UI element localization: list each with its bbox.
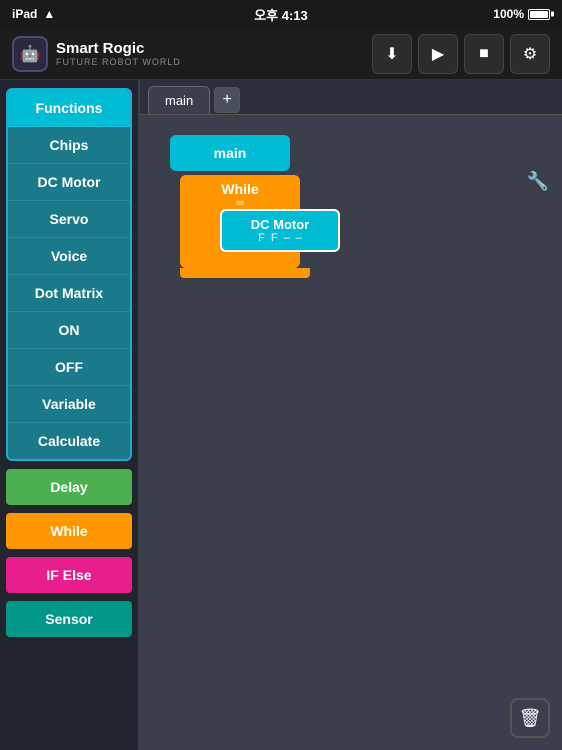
block-while-container: While ∞ DC Motor F F – – <box>170 175 542 278</box>
block-while-value: ∞ <box>190 197 290 209</box>
wifi-icon: ▲ <box>43 7 55 21</box>
tab-add-button[interactable]: + <box>214 87 240 113</box>
wrench-button[interactable]: 🔧 <box>522 165 554 197</box>
play-button[interactable]: ▶ <box>418 34 458 74</box>
sidebar-item-while[interactable]: While <box>6 513 132 549</box>
block-while-label: While <box>190 181 290 197</box>
sidebar-cyan-group: Functions Chips DC Motor Servo Voice Dot… <box>6 88 132 461</box>
settings-button[interactable]: ⚙ <box>510 34 550 74</box>
sidebar-item-delay[interactable]: Delay <box>6 469 132 505</box>
download-button[interactable]: ⬇ <box>372 34 412 74</box>
sidebar-item-dot-matrix[interactable]: Dot Matrix <box>8 275 130 312</box>
sidebar-item-off[interactable]: OFF <box>8 349 130 386</box>
block-dcmotor-label: DC Motor <box>232 217 328 232</box>
sidebar-item-sensor[interactable]: Sensor <box>6 601 132 637</box>
app-header: 🤖 Smart Rogic FUTURE ROBOT WORLD ⬇ ▶ ■ ⚙ <box>0 28 562 80</box>
block-while[interactable]: While ∞ DC Motor F F – – <box>180 175 300 268</box>
time-label: 오후 4:13 <box>254 8 308 23</box>
tab-main[interactable]: main <box>148 86 210 114</box>
block-dcmotor-values: F F – – <box>232 232 328 244</box>
app-icon: 🤖 <box>12 36 48 72</box>
status-bar: iPad ▲ 오후 4:13 100% <box>0 0 562 28</box>
sidebar-item-calculate[interactable]: Calculate <box>8 423 130 459</box>
sidebar-item-variable[interactable]: Variable <box>8 386 130 423</box>
delete-button[interactable]: 🗑 <box>510 698 550 738</box>
sidebar-item-functions[interactable]: Functions <box>8 90 130 127</box>
carrier-label: iPad <box>12 7 37 21</box>
block-while-bottom <box>180 268 310 278</box>
sidebar-item-dc-motor[interactable]: DC Motor <box>8 164 130 201</box>
app-logo: 🤖 Smart Rogic FUTURE ROBOT WORLD <box>12 36 181 72</box>
block-dcmotor-wrapper: DC Motor F F – – <box>220 209 290 252</box>
canvas-area: main + 🔧 main While ∞ <box>140 80 562 750</box>
block-canvas: 🔧 main While ∞ DC Motor F F <box>140 115 562 750</box>
stop-button[interactable]: ■ <box>464 34 504 74</box>
app-title: Smart Rogic <box>56 40 181 57</box>
main-layout: Functions Chips DC Motor Servo Voice Dot… <box>0 80 562 750</box>
sidebar-item-chips[interactable]: Chips <box>8 127 130 164</box>
block-main[interactable]: main <box>170 135 290 171</box>
app-subtitle: FUTURE ROBOT WORLD <box>56 57 181 67</box>
sidebar: Functions Chips DC Motor Servo Voice Dot… <box>0 80 140 750</box>
battery-label: 100% <box>493 7 524 21</box>
tabs-bar: main + <box>140 80 562 115</box>
sidebar-item-if-else[interactable]: IF Else <box>6 557 132 593</box>
block-dcmotor[interactable]: DC Motor F F – – <box>220 209 340 252</box>
battery-icon <box>528 9 550 20</box>
sidebar-item-voice[interactable]: Voice <box>8 238 130 275</box>
header-buttons: ⬇ ▶ ■ ⚙ <box>372 34 550 74</box>
sidebar-item-on[interactable]: ON <box>8 312 130 349</box>
sidebar-item-servo[interactable]: Servo <box>8 201 130 238</box>
